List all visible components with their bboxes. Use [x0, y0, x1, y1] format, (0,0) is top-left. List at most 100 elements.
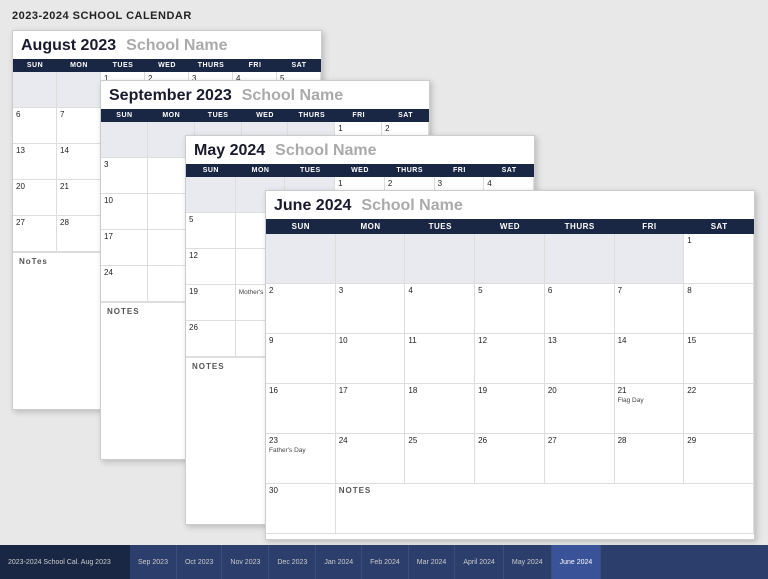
jun-col-mon: MON — [336, 219, 406, 234]
jun-col-tue: TUES — [405, 219, 475, 234]
table-row: 15 — [684, 334, 754, 384]
may-col-sun: SUN — [186, 164, 236, 177]
sep-month-title: September 2023 — [109, 87, 232, 105]
table-row — [13, 72, 57, 108]
table-row: 12 — [186, 249, 236, 285]
table-row: 14 — [615, 334, 685, 384]
table-row — [266, 234, 336, 284]
table-row: 1 — [684, 234, 754, 284]
may-col-sat: SAT — [484, 164, 534, 177]
table-row: 13 — [13, 144, 57, 180]
aug-col-fri: FRI — [233, 59, 277, 72]
table-row: 3 — [101, 158, 148, 194]
jun-school-name: School Name — [361, 197, 462, 215]
table-row: 27 — [545, 434, 615, 484]
table-row: 19 — [186, 285, 236, 321]
table-row: 10 — [101, 194, 148, 230]
app-title: 2023-2024 SCHOOL CALENDAR — [12, 10, 756, 22]
may-col-mon: MON — [236, 164, 286, 177]
table-row: 17 — [336, 384, 406, 434]
sep-notes-label: NOTES — [107, 307, 140, 316]
table-row — [101, 122, 148, 158]
aug-col-wed: WED — [145, 59, 189, 72]
sep-school-name: School Name — [242, 87, 343, 105]
may-col-fri: FRI — [435, 164, 485, 177]
tab-sep-2023[interactable]: Sep 2023 — [130, 545, 177, 579]
table-row — [186, 177, 236, 213]
tab-mar-2024[interactable]: Mar 2024 — [409, 545, 456, 579]
aug-month-title: August 2023 — [21, 37, 116, 55]
table-row: 22 — [684, 384, 754, 434]
table-row — [475, 234, 545, 284]
table-row: 28 — [57, 216, 101, 252]
may-col-thu: THURS — [385, 164, 435, 177]
table-row: 9 — [266, 334, 336, 384]
table-row: 3 — [336, 284, 406, 334]
table-row: 2 — [266, 284, 336, 334]
sep-col-thu: THURS — [288, 109, 335, 122]
table-row: 10 — [336, 334, 406, 384]
table-row: 26 — [475, 434, 545, 484]
tab-may-2024[interactable]: May 2024 — [504, 545, 552, 579]
aug-col-mon: MON — [57, 59, 101, 72]
table-row: 11 — [405, 334, 475, 384]
tab-bar-sheet-name[interactable]: 2023-2024 School Cal. Aug 2023 — [0, 545, 130, 579]
table-row: 6 — [545, 284, 615, 334]
aug-col-sun: SUN — [13, 59, 57, 72]
sep-col-sun: SUN — [101, 109, 148, 122]
table-row — [336, 234, 406, 284]
table-row — [57, 72, 101, 108]
table-row: 16 — [266, 384, 336, 434]
aug-col-sat: SAT — [277, 59, 321, 72]
table-row: 4 — [405, 284, 475, 334]
aug-notes-label: NoTes — [19, 257, 48, 266]
tab-nov-2023[interactable]: Nov 2023 — [222, 545, 269, 579]
table-row: 5 — [186, 213, 236, 249]
table-row: 24 — [101, 266, 148, 302]
table-row: 28 — [615, 434, 685, 484]
table-row: 18 — [405, 384, 475, 434]
table-row: 12 — [475, 334, 545, 384]
sep-col-sat: SAT — [382, 109, 429, 122]
table-row: 30 — [266, 484, 336, 534]
may-notes-label: NOTES — [192, 362, 225, 371]
table-row: 8 — [684, 284, 754, 334]
jun-notes-label: NOTES — [339, 486, 372, 495]
table-row: 7 — [57, 108, 101, 144]
table-row: 6 — [13, 108, 57, 144]
sep-col-mon: MON — [148, 109, 195, 122]
table-row: 20 — [13, 180, 57, 216]
jun-col-fri: FRI — [615, 219, 685, 234]
table-row — [405, 234, 475, 284]
table-row: 23Father's Day — [266, 434, 336, 484]
table-row: 25 — [405, 434, 475, 484]
jun-col-wed: WED — [475, 219, 545, 234]
tab-oct-2023[interactable]: Oct 2023 — [177, 545, 222, 579]
table-row: 29 — [684, 434, 754, 484]
tab-jan-2024[interactable]: Jan 2024 — [316, 545, 362, 579]
may-col-tue: TUES — [285, 164, 335, 177]
tab-feb-2024[interactable]: Feb 2024 — [362, 545, 409, 579]
tab-apr-2024[interactable]: April 2024 — [455, 545, 504, 579]
table-row: 19 — [475, 384, 545, 434]
tab-bar: 2023-2024 School Cal. Aug 2023 Sep 2023 … — [0, 545, 768, 579]
jun-col-sat: SAT — [684, 219, 754, 234]
aug-col-tue: TUES — [101, 59, 145, 72]
may-month-title: May 2024 — [194, 142, 265, 160]
table-row: 24 — [336, 434, 406, 484]
main-container: 2023-2024 SCHOOL CALENDAR August 2023 Sc… — [0, 0, 768, 545]
table-row: 13 — [545, 334, 615, 384]
sep-col-wed: WED — [242, 109, 289, 122]
aug-school-name: School Name — [126, 37, 227, 55]
table-row: 20 — [545, 384, 615, 434]
table-row: 21 — [57, 180, 101, 216]
sep-col-tue: TUES — [195, 109, 242, 122]
calendar-june: June 2024 School Name SUN MON TUES WED T… — [265, 190, 755, 540]
table-row: 17 — [101, 230, 148, 266]
table-row: NOTES — [336, 484, 754, 534]
table-row: 7 — [615, 284, 685, 334]
tab-jun-2024[interactable]: June 2024 — [552, 545, 602, 579]
tab-dec-2023[interactable]: Dec 2023 — [269, 545, 316, 579]
table-row: 21Flag Day — [615, 384, 685, 434]
table-row: 26 — [186, 321, 236, 357]
